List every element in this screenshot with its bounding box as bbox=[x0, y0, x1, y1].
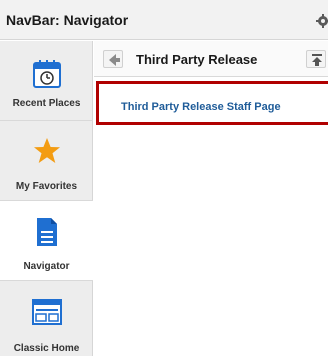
sidebar-item-classic-home[interactable]: Classic Home bbox=[0, 281, 93, 356]
sidebar-item-label: Recent Places bbox=[12, 98, 81, 109]
back-button[interactable] bbox=[103, 50, 123, 68]
gear-icon[interactable] bbox=[316, 14, 328, 28]
navbar-header: NavBar: Navigator bbox=[0, 0, 328, 40]
sidebar-item-label: My Favorites bbox=[15, 181, 78, 192]
page-title: Third Party Release bbox=[136, 52, 258, 67]
sidebar-item-label: Navigator bbox=[23, 261, 70, 272]
third-party-release-staff-page-link[interactable]: Third Party Release Staff Page bbox=[121, 101, 281, 113]
panel-header: Third Party Release bbox=[94, 41, 328, 77]
back-to-top-button[interactable] bbox=[306, 50, 326, 68]
star-icon bbox=[34, 138, 60, 163]
sidebar-item-recent-places[interactable]: Recent Places bbox=[0, 41, 93, 121]
sidebar-item-label: Classic Home bbox=[13, 343, 80, 354]
navbar-title: NavBar: Navigator bbox=[6, 12, 129, 28]
window-icon bbox=[32, 299, 62, 325]
navbar-sidebar: Recent Places My Favorites Navigator Cla… bbox=[0, 41, 93, 356]
arrow-left-icon bbox=[109, 54, 120, 66]
sidebar-item-my-favorites[interactable]: My Favorites bbox=[0, 121, 93, 201]
document-icon bbox=[37, 218, 57, 246]
calendar-clock-icon bbox=[33, 60, 61, 88]
sidebar-item-navigator[interactable]: Navigator bbox=[0, 201, 93, 281]
navigator-panel: Third Party Release Third Party Release … bbox=[94, 41, 328, 356]
arrow-up-bar-icon bbox=[312, 54, 322, 66]
